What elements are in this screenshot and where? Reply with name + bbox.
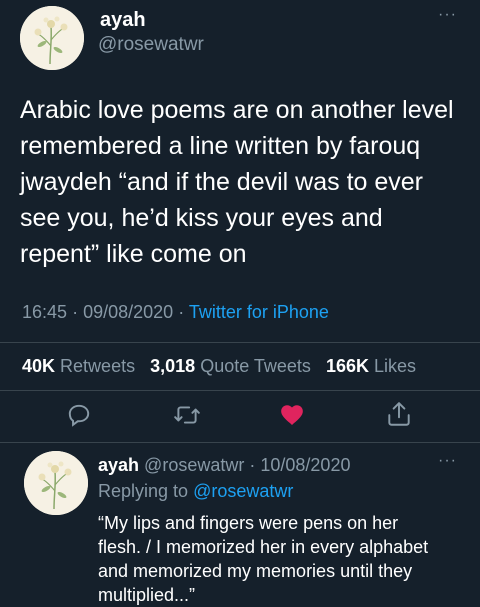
separator: · — [72, 302, 79, 322]
avatar[interactable] — [20, 6, 84, 70]
retweets-stat[interactable]: 40K Retweets — [22, 356, 140, 376]
quote-tweets-label: Quote Tweets — [200, 356, 311, 376]
separator: · — [249, 455, 256, 475]
replying-to-handle[interactable]: @rosewatwr — [193, 481, 293, 501]
like-icon[interactable] — [279, 402, 305, 428]
tweet-text-line: jwaydeh “and if the devil was to ever — [20, 168, 423, 196]
author-name[interactable]: ayah — [100, 9, 146, 32]
more-options-icon[interactable]: ··· — [438, 453, 457, 469]
tweet-meta: 16:45 · 09/08/2020 · Twitter for iPhone — [22, 302, 329, 323]
quote-tweets-stat[interactable]: 3,018 Quote Tweets — [150, 356, 316, 376]
reply-text: “My lips and fingers were pens on her fl… — [98, 511, 478, 607]
quote-tweets-count: 3,018 — [150, 356, 196, 376]
reply-text-line: multiplied...” — [98, 585, 196, 605]
flower-avatar-icon — [20, 6, 84, 70]
tweet-text-line: remembered a line written by farouq — [20, 132, 421, 160]
reply-date: 10/08/2020 — [260, 455, 351, 475]
tweet-date: 09/08/2020 — [83, 302, 174, 322]
retweets-label: Retweets — [60, 356, 136, 376]
more-options-icon[interactable]: ··· — [438, 7, 457, 23]
replying-to: Replying to @rosewatwr — [98, 481, 293, 502]
reply-icon[interactable] — [66, 402, 92, 428]
author-handle[interactable]: @rosewatwr — [144, 455, 244, 475]
reply-text-line: and memorized my memories until they — [98, 561, 413, 581]
retweet-icon[interactable] — [173, 402, 201, 428]
divider — [0, 342, 480, 343]
likes-stat[interactable]: 166K Likes — [326, 356, 416, 376]
likes-label: Likes — [374, 356, 417, 376]
tweet-text-line: repent” like come on — [20, 240, 247, 268]
divider — [0, 390, 480, 391]
separator: · — [178, 302, 185, 322]
tweet-source-link[interactable]: Twitter for iPhone — [189, 302, 329, 322]
flower-avatar-icon — [24, 451, 88, 515]
tweet-text-line: see you, he’d kiss your eyes and — [20, 204, 383, 232]
retweets-count: 40K — [22, 356, 56, 376]
author-handle[interactable]: @rosewatwr — [98, 34, 204, 56]
likes-count: 166K — [325, 356, 369, 376]
tweet-text-line: Arabic love poems are on another level — [20, 96, 454, 124]
divider — [0, 442, 480, 443]
reply-text-line: flesh. / I memorized her in every alphab… — [98, 537, 429, 557]
avatar[interactable] — [24, 451, 88, 515]
tweet-text: Arabic love poems are on another level r… — [20, 92, 476, 272]
reply-header: ayah @rosewatwr · 10/08/2020 — [98, 455, 350, 476]
tweet-stats: 40K Retweets 3,018 Quote Tweets 166K Lik… — [22, 356, 416, 377]
tweet-time: 16:45 — [22, 302, 68, 322]
reply-text-line: “My lips and fingers were pens on her — [98, 513, 399, 533]
author-name[interactable]: ayah — [98, 455, 139, 475]
replying-to-label: Replying to — [98, 481, 189, 501]
share-icon[interactable] — [386, 400, 412, 428]
